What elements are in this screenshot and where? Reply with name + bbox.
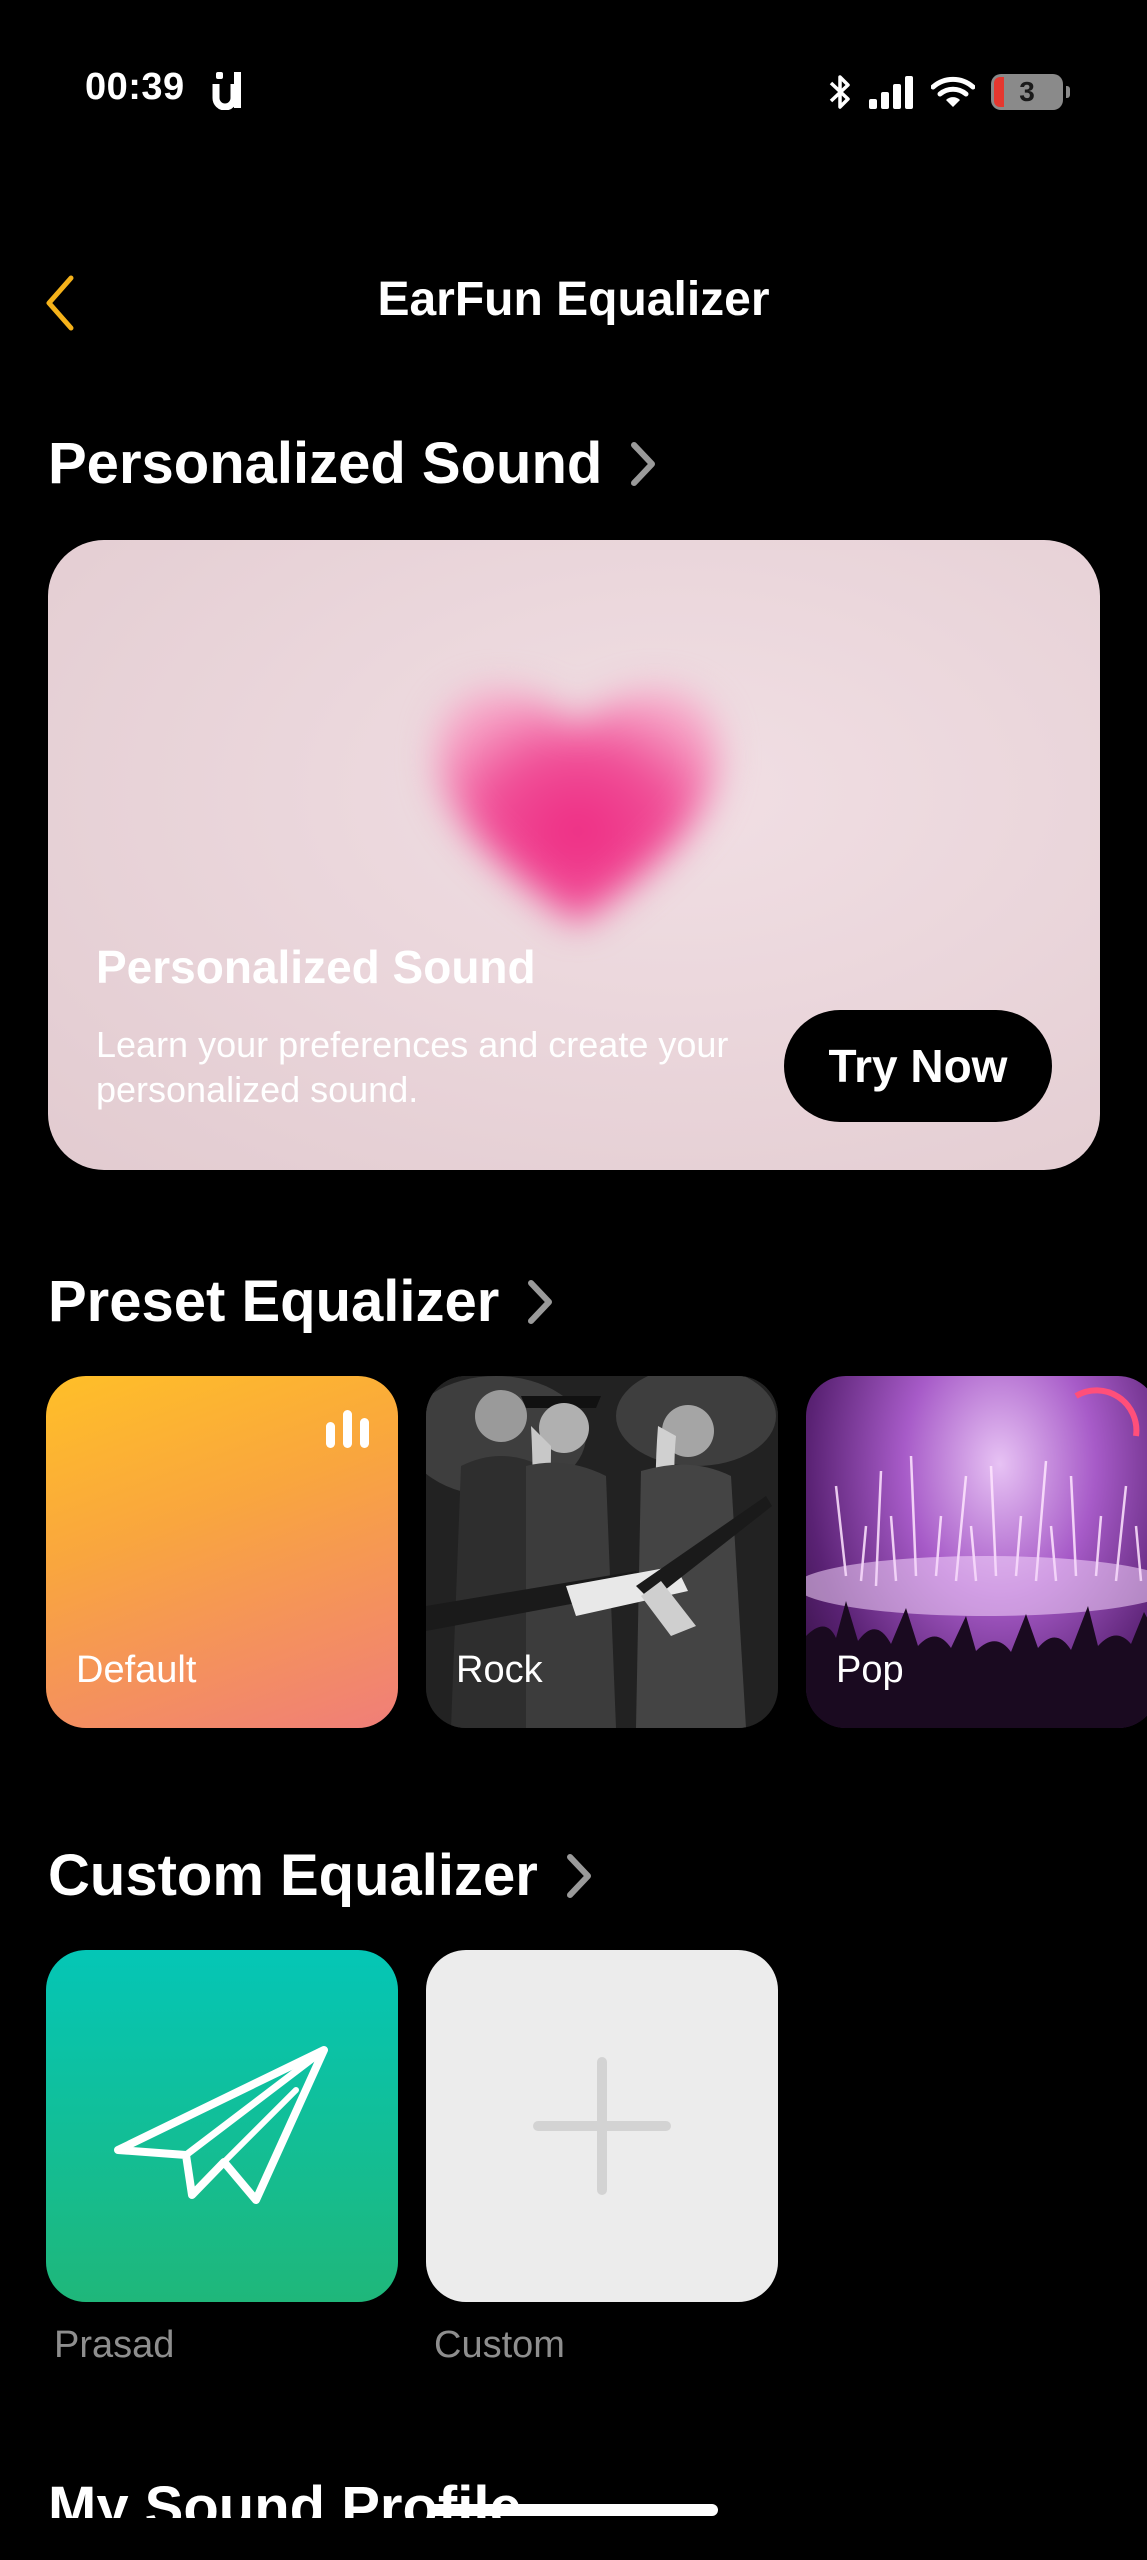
preset-default-tile[interactable]: Default [46,1376,398,1728]
preset-rock-tile[interactable]: Rock [426,1376,778,1728]
custom-prasad-tile[interactable] [46,1950,398,2302]
heart-icon [436,690,720,925]
try-now-button[interactable]: Try Now [784,1010,1052,1122]
status-bar: 00:39 3 [0,0,1147,180]
preset-label: Pop [836,1649,904,1691]
chevron-right-icon [564,1851,594,1901]
preset-list: Default Rock Pop [46,1376,1147,1728]
chevron-right-icon [525,1277,555,1327]
preset-equalizer-header[interactable]: Preset Equalizer [48,1268,555,1335]
battery-level [994,77,1004,107]
cellular-signal-icon [869,76,913,109]
section-title: Preset Equalizer [48,1269,500,1334]
equalizer-bars-icon [326,1410,369,1448]
preset-label: Default [76,1649,197,1691]
equalizer-screen: 00:39 3 EarFun Equalizer Personalized So… [0,0,1147,2560]
wifi-icon [931,76,975,107]
add-custom-tile[interactable] [426,1950,778,2302]
card-description: Learn your preferences and create your p… [96,1024,729,1110]
personalized-sound-header[interactable]: Personalized Sound [48,430,658,497]
plus-icon [533,2057,671,2195]
custom-equalizer-header[interactable]: Custom Equalizer [48,1842,594,1909]
chevron-right-icon [628,439,658,489]
status-time: 00:39 [85,66,185,108]
preset-label: Rock [456,1649,543,1691]
custom-item-add[interactable]: Custom [426,1950,778,2367]
custom-item-label: Prasad [54,2324,175,2366]
section-title: Personalized Sound [48,431,603,496]
home-indicator[interactable] [428,2504,718,2516]
bluetooth-icon [829,75,850,109]
section-title: Custom Equalizer [48,1843,538,1908]
battery-percent: 3 [1019,76,1035,107]
custom-list: Prasad Custom [46,1950,778,2367]
personalized-sound-card[interactable]: Personalized Sound Learn your preference… [48,540,1100,1170]
card-title: Personalized Sound [96,941,536,993]
custom-item-label: Custom [434,2324,565,2366]
app-notification-icon [212,72,241,110]
preset-pop-tile[interactable]: Pop [806,1376,1147,1728]
page-title: EarFun Equalizer [377,273,770,326]
paper-plane-icon [114,2046,328,2204]
status-icons: 3 [827,70,1070,114]
custom-item-prasad[interactable]: Prasad [46,1950,398,2367]
battery-indicator: 3 [991,74,1070,110]
navigation-bar: EarFun Equalizer [0,250,1147,360]
